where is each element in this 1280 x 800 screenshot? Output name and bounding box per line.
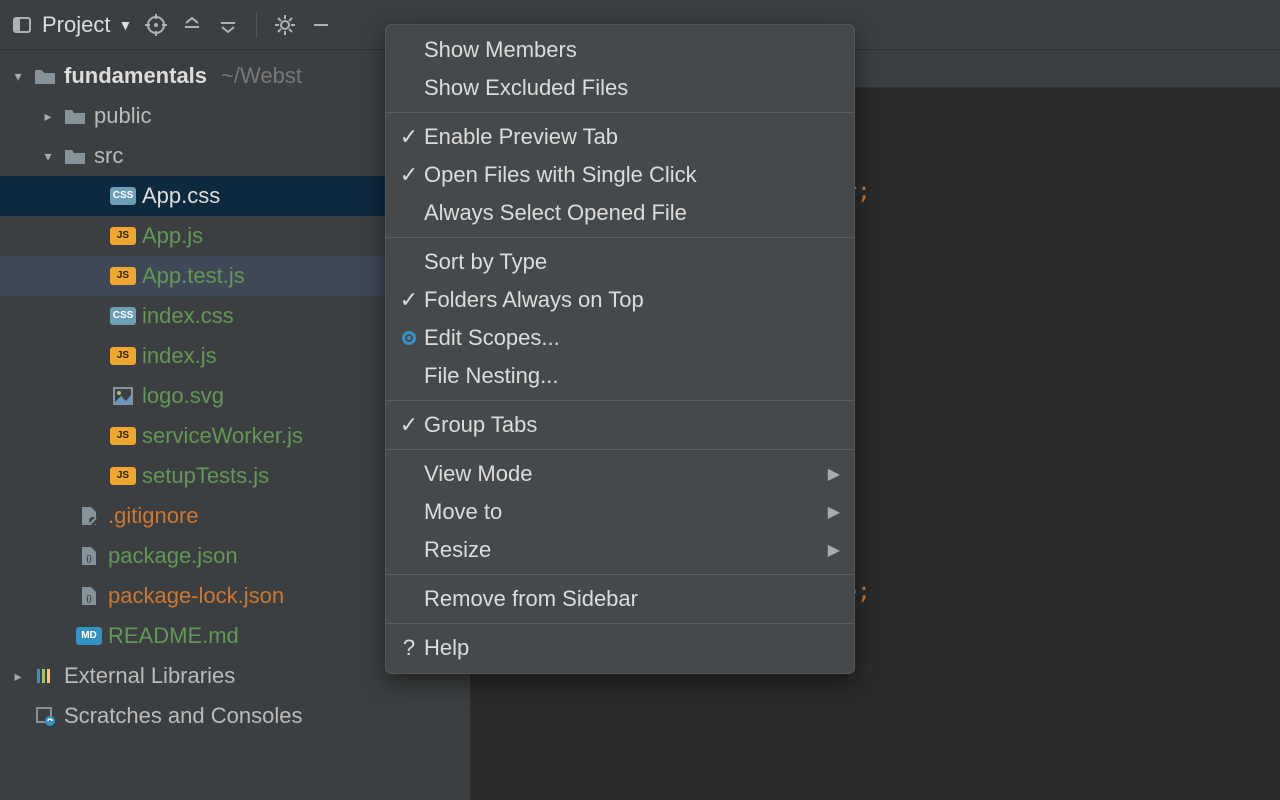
collapse-all-icon[interactable] [216, 13, 240, 37]
project-label: Project [42, 12, 110, 38]
menu-help[interactable]: ?Help [386, 629, 854, 667]
check-icon: ✓ [394, 287, 424, 313]
menu-show-excluded[interactable]: Show Excluded Files [386, 69, 854, 107]
chevron-right-icon: ▶ [828, 540, 840, 560]
tree-label: index.js [142, 343, 217, 369]
tree-label: setupTests.js [142, 463, 269, 489]
menu-folders-top[interactable]: ✓Folders Always on Top [386, 281, 854, 319]
chevron-right-icon: ▸ [10, 668, 26, 685]
tree-label: fundamentals [64, 63, 207, 89]
menu-group-tabs[interactable]: ✓Group Tabs [386, 406, 854, 444]
image-file-icon [110, 385, 136, 407]
menu-file-nesting[interactable]: File Nesting... [386, 357, 854, 395]
tree-label: src [94, 143, 123, 169]
tree-label: public [94, 103, 151, 129]
menu-remove-sidebar[interactable]: Remove from Sidebar [386, 580, 854, 618]
menu-divider [386, 237, 854, 238]
js-file-icon: JS [110, 225, 136, 247]
tree-label: serviceWorker.js [142, 423, 303, 449]
menu-view-mode[interactable]: View Mode▶ [386, 455, 854, 493]
radio-icon [394, 325, 424, 351]
menu-edit-scopes[interactable]: Edit Scopes... [386, 319, 854, 357]
json-file-icon: {} [76, 545, 102, 567]
tree-label: logo.svg [142, 383, 224, 409]
folder-icon [62, 145, 88, 167]
tree-label: package-lock.json [108, 583, 284, 609]
expand-all-icon[interactable] [180, 13, 204, 37]
js-file-icon: JS [110, 465, 136, 487]
help-icon: ? [394, 635, 424, 661]
menu-resize[interactable]: Resize▶ [386, 531, 854, 569]
project-selector[interactable]: Project ▼ [10, 12, 132, 38]
menu-divider [386, 400, 854, 401]
chevron-right-icon: ▶ [828, 502, 840, 522]
tree-label: App.test.js [142, 263, 245, 289]
libraries-icon [32, 665, 58, 687]
check-icon: ✓ [394, 412, 424, 438]
chevron-right-icon: ▶ [828, 464, 840, 484]
menu-divider [386, 112, 854, 113]
menu-show-members[interactable]: Show Members [386, 31, 854, 69]
menu-always-select[interactable]: Always Select Opened File [386, 194, 854, 232]
toolbar-separator [256, 12, 257, 38]
tree-label: .gitignore [108, 503, 199, 529]
tree-label: Scratches and Consoles [64, 703, 302, 729]
js-file-icon: JS [110, 345, 136, 367]
dropdown-icon: ▼ [118, 17, 132, 33]
window-icon [10, 13, 34, 37]
minimize-icon[interactable] [309, 13, 333, 37]
options-popup: Show Members Show Excluded Files ✓Enable… [385, 24, 855, 674]
svg-text:{}: {} [86, 594, 92, 603]
target-icon[interactable] [144, 13, 168, 37]
menu-divider [386, 623, 854, 624]
check-icon: ✓ [394, 124, 424, 150]
chevron-down-icon: ▾ [40, 148, 56, 165]
scratches-icon [32, 705, 58, 727]
tree-label: External Libraries [64, 663, 235, 689]
gear-icon[interactable] [273, 13, 297, 37]
check-icon: ✓ [394, 162, 424, 188]
menu-sort-by-type[interactable]: Sort by Type [386, 243, 854, 281]
menu-divider [386, 449, 854, 450]
js-file-icon: JS [110, 265, 136, 287]
tree-label: index.css [142, 303, 234, 329]
js-file-icon: JS [110, 425, 136, 447]
folder-icon [32, 65, 58, 87]
tree-label: README.md [108, 623, 239, 649]
menu-enable-preview[interactable]: ✓Enable Preview Tab [386, 118, 854, 156]
file-icon [76, 505, 102, 527]
menu-divider [386, 574, 854, 575]
chevron-right-icon: ▸ [40, 108, 56, 125]
json-file-icon: {} [76, 585, 102, 607]
markdown-file-icon: MD [76, 625, 102, 647]
tree-label: App.js [142, 223, 203, 249]
chevron-down-icon: ▾ [10, 68, 26, 85]
tree-scratches[interactable]: ▸ Scratches and Consoles [0, 696, 470, 736]
menu-move-to[interactable]: Move to▶ [386, 493, 854, 531]
tree-label: App.css [142, 183, 220, 209]
css-file-icon: CSS [110, 305, 136, 327]
folder-icon [62, 105, 88, 127]
tree-label: package.json [108, 543, 238, 569]
menu-open-single-click[interactable]: ✓Open Files with Single Click [386, 156, 854, 194]
tree-path: ~/Webst [221, 63, 302, 89]
svg-text:{}: {} [86, 554, 92, 563]
css-file-icon: CSS [110, 185, 136, 207]
